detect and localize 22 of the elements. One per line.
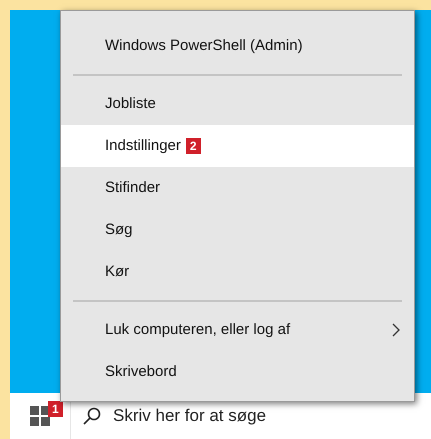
menu-item-label: Indstillinger (105, 136, 181, 156)
menu-item-label: Kør (105, 262, 130, 282)
start-button[interactable]: 1 (10, 393, 70, 439)
search-field[interactable]: Skriv her for at søge (113, 403, 431, 429)
menu-item-label: Windows PowerShell (Admin) (105, 36, 303, 56)
menu-item[interactable]: Kør (61, 251, 414, 293)
number-badge: 1 (48, 401, 63, 417)
menu-item[interactable]: Jobliste (61, 83, 414, 125)
menu-item[interactable]: Luk computeren, eller log af (61, 309, 414, 351)
menu-item[interactable]: Skrivebord (61, 351, 414, 393)
menu-item-label: Jobliste (105, 94, 156, 114)
search-icon (83, 407, 101, 425)
menu-item[interactable]: Windows PowerShell (Admin) (61, 25, 414, 67)
windows-icon (30, 406, 50, 426)
menu-item-label: Luk computeren, eller log af (105, 320, 290, 340)
menu-item[interactable]: Indstillinger 2 (61, 125, 414, 167)
menu-item-label: Skrivebord (105, 362, 177, 382)
menu-item[interactable]: Stifinder (61, 167, 414, 209)
menu-item[interactable]: Søg (61, 209, 414, 251)
menu-item-label: Stifinder (105, 178, 160, 198)
number-badge: 2 (186, 138, 201, 154)
menu-item-label: Søg (105, 220, 133, 240)
